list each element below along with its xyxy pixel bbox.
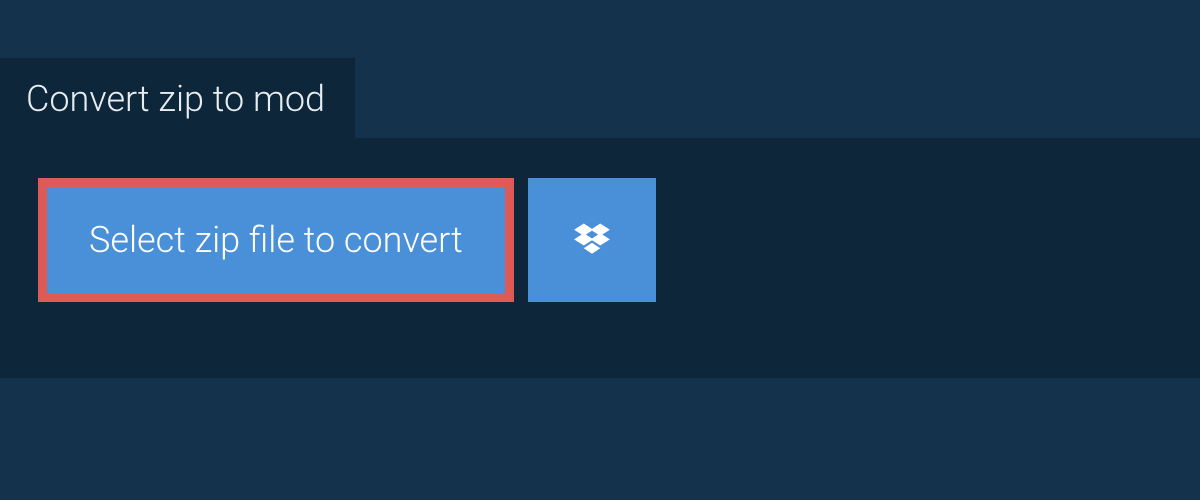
dropbox-icon	[570, 218, 614, 262]
tab-label: Convert zip to mod	[26, 78, 325, 120]
button-row: Select zip file to convert	[38, 178, 656, 302]
select-file-button[interactable]: Select zip file to convert	[47, 187, 505, 293]
select-file-highlight: Select zip file to convert	[38, 178, 514, 302]
tab-bar: Convert zip to mod	[0, 58, 355, 140]
converter-panel: Select zip file to convert	[0, 138, 1200, 378]
dropbox-button[interactable]	[528, 178, 656, 302]
select-file-label: Select zip file to convert	[89, 219, 463, 261]
tab-convert[interactable]: Convert zip to mod	[0, 58, 355, 140]
